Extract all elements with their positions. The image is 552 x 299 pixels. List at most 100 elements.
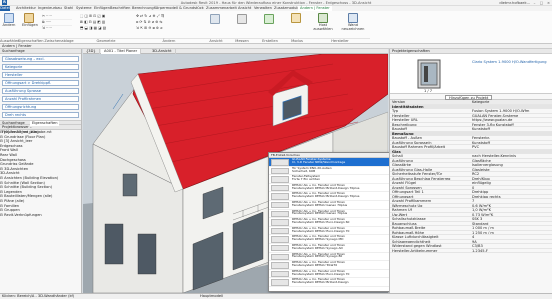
group-measure: Messen bbox=[228, 38, 256, 43]
window-thumbnail bbox=[271, 236, 289, 243]
geometry-tools-row3[interactable]: ⬒ ⬓ ◨ ▦ ◪ ▧ bbox=[80, 26, 130, 32]
rehost-icon bbox=[348, 13, 358, 23]
window-thumbnail bbox=[271, 184, 289, 192]
window-thumbnail bbox=[271, 253, 289, 261]
tree-item[interactable]: ⊟ Revit-Verknüpfungen bbox=[0, 213, 81, 218]
filter-field-6[interactable]: Anzahl Profilrahmen bbox=[2, 96, 79, 102]
clipboard-small-tools: ✂ ····· ⧉ ····· ⇲ ····· bbox=[42, 14, 72, 32]
tab-properties[interactable]: Eigenschaften bbox=[30, 121, 60, 126]
group-clipboard: Zwischenablage bbox=[40, 38, 78, 43]
paste-button[interactable]: Einfügen bbox=[22, 13, 38, 27]
status-model[interactable]: Hauptmodell bbox=[200, 294, 223, 299]
group-view: Ansicht bbox=[204, 38, 228, 43]
group-mode: Modus bbox=[284, 38, 310, 43]
filter-field-5[interactable]: Ausführung Sprosse bbox=[2, 88, 79, 94]
dropdown-item[interactable]: REHAU AG + Co. Fenster und Türen Fensters… bbox=[269, 270, 389, 279]
item-subtitle: Fenstersystem REHAU Euro-Design 70 bbox=[292, 271, 350, 276]
pick-host-button[interactable]: Host auswählen bbox=[312, 13, 334, 31]
dropdown-item[interactable]: GUALAN Fenster-Systeme Cl, 3-D Fenster NR… bbox=[269, 158, 389, 167]
filter-field-1[interactable]: Glasabweisung – excl. bbox=[2, 56, 79, 62]
window-thumbnail bbox=[271, 193, 289, 200]
group-properties: Eigenschaften bbox=[18, 38, 44, 43]
filter-field-3[interactable]: Hersteller bbox=[2, 72, 79, 78]
user-name[interactable]: dietmr.hofbaek... bbox=[499, 1, 530, 5]
left-tabs: Suchanfrage Eigenschaften bbox=[0, 120, 81, 126]
dropdown-item[interactable]: REHAU AG + Co. Fenster und Türen Fensters… bbox=[269, 184, 389, 193]
create-tools[interactable] bbox=[258, 14, 280, 24]
window-profile-icon bbox=[417, 59, 441, 89]
property-row[interactable]: Hersteller-Artikelnummer 1.2345-F bbox=[390, 248, 552, 253]
item-subtitle: Fenstersystem REHAU Synego AD bbox=[292, 245, 343, 250]
edit-family-button[interactable] bbox=[286, 13, 306, 23]
property-list: Identitätsdaten Typ Fusion System 1-9000 H… bbox=[390, 104, 552, 253]
window-title: Autodesk Revit 2019 - Haus für den Wiede… bbox=[180, 1, 372, 5]
filter-field-4[interactable]: Öffnungsart > Drehkippfl. bbox=[2, 80, 79, 86]
cursor-icon bbox=[4, 13, 14, 23]
dropdown-item[interactable]: Fenster-Faltsystem Forte 7 Ein sichten bbox=[269, 175, 389, 184]
group-create: Erstellen bbox=[256, 38, 284, 43]
item-subtitle: Sicherheit, KOB bbox=[292, 168, 316, 173]
properties-panel: Projekteigenschaften Clario System 1-900… bbox=[389, 49, 552, 293]
dropdown-item[interactable]: REHAU AG + Co. Fenster und Türen Fensters… bbox=[269, 261, 389, 270]
rehost-button[interactable]: Wand neuzeichnen bbox=[340, 13, 366, 31]
status-text: Klicken: Bereich/A - 3D-Wandhänder (kf) bbox=[2, 294, 75, 298]
modify-button[interactable]: Ändern bbox=[2, 13, 16, 27]
filter-field-8[interactable]: Dreh rechts bbox=[2, 112, 79, 118]
dropdown-item[interactable]: REHAU AG + Co. Fenster und Türen Fensters… bbox=[269, 210, 389, 219]
item-subtitle: Forte 7 Ein sichten bbox=[292, 177, 320, 182]
window-thumbnail bbox=[271, 244, 289, 252]
ruler-icon bbox=[237, 14, 247, 24]
view-tools[interactable] bbox=[206, 14, 224, 24]
window-thumbnail bbox=[271, 167, 289, 175]
item-subtitle: Fenstersystem REHAU Euro-Design 70 bbox=[292, 228, 350, 233]
type-preview: Clario System 1-9000 H/O-Wandfertigung 1… bbox=[390, 54, 552, 94]
item-subtitle: Fenstersystem REHAU Synego 80 bbox=[292, 254, 343, 259]
eye-icon bbox=[210, 14, 220, 24]
tab-search[interactable]: Suchanfrage bbox=[2, 121, 25, 126]
window-thumbnail bbox=[271, 159, 289, 166]
window-thumbnail bbox=[271, 227, 289, 235]
clipboard-icon bbox=[24, 13, 34, 23]
create-icon bbox=[264, 14, 274, 24]
page-indicator: 1 / 7 bbox=[424, 89, 433, 93]
status-bar: Klicken: Bereich/A - 3D-Wandhänder (kf) … bbox=[0, 293, 552, 299]
left-panel: Suchanfrage Glasabweisung – excl. Katego… bbox=[0, 49, 82, 293]
modify-label: Ändern bbox=[2, 23, 16, 27]
dropdown-item[interactable]: REHAU AG + Co. Fenster und Türen Fensters… bbox=[269, 244, 389, 253]
add-to-project-button[interactable]: Hinzufügen zu Projekt bbox=[445, 94, 493, 100]
dropdown-item[interactable]: REHAU AG + Co. Fenster und Türen Fensters… bbox=[269, 253, 389, 262]
item-subtitle: Fenstersystem REHAU Synego MD bbox=[292, 237, 344, 242]
window-thumbnail bbox=[271, 210, 289, 218]
dropdown-item[interactable]: REHAU AG + Co. Fenster und Türen Fensters… bbox=[269, 278, 389, 287]
group-geometry: Geometrie bbox=[78, 38, 134, 43]
group-manufacturer: Hersteller bbox=[310, 38, 370, 43]
match-tool[interactable]: ⇲ ····· bbox=[42, 26, 72, 32]
modify-tools-row3[interactable]: ⇲ ⇱ ⊞ ⊖ ⧆ ⊛ ⌀ bbox=[136, 26, 200, 32]
geometry-tools: ⬚ ◫ ⊞ ⊡ ◰ ▣ ⊠ ◧ ⊟ ▤ ◩ ▥ ⬒ ⬓ ◨ ▦ ◪ ▧ bbox=[80, 14, 130, 32]
type-name[interactable]: Clario System 1-9000 H/O-Wandfertigung bbox=[472, 60, 552, 64]
filter-field-2[interactable]: Kategorie bbox=[2, 64, 79, 70]
dropdown-item[interactable]: REHAU AG + Co. Fenster und Türen Fensters… bbox=[269, 201, 389, 210]
item-subtitle: Fenstersystem REHAU Geneo 70plus bbox=[292, 211, 348, 216]
item-subtitle: Fenstersystem REHAU Geneo 70plus bbox=[292, 202, 348, 207]
property-value[interactable]: 1.2345-F bbox=[472, 249, 542, 253]
property-key: Hersteller-Artikelnummer bbox=[392, 248, 438, 253]
dropdown-item[interactable]: REHAU AG + Co. Fenster und Türen Fensters… bbox=[269, 218, 389, 227]
ribbon: Ändern Einfügen ✂ ····· ⧉ ····· ⇲ ····· … bbox=[0, 11, 552, 44]
item-subtitle: Fenstersystem REHAU Euro-Design 60 bbox=[292, 220, 350, 225]
dropdown-item[interactable]: REHAU AG + Co. Fenster und Türen Fensters… bbox=[269, 192, 389, 201]
window-thumbnail bbox=[271, 270, 289, 278]
window-thumbnail bbox=[271, 176, 289, 183]
host-icon bbox=[318, 13, 328, 23]
measure-tools[interactable] bbox=[232, 14, 252, 24]
dropdown-item[interactable]: REHAU AG + Co. Fenster und Türen Fensters… bbox=[269, 235, 389, 244]
item-subtitle: Fenstersystem REHAU Brillant-Design 70pl… bbox=[292, 185, 360, 190]
group-select: Auswählen bbox=[0, 38, 20, 43]
filter-field-7[interactable]: Öffnungsrichtung bbox=[2, 104, 79, 110]
item-subtitle: Fenstersystem REHAU Brillant-Design bbox=[292, 280, 349, 285]
dropdown-item[interactable]: Tür System RNU-20-Außen Sicherheit, KOB bbox=[269, 167, 389, 176]
dropdown-item[interactable]: REHAU AG + Co. Fenster und Türen Fensters… bbox=[269, 227, 389, 236]
search-panel-header: Suchanfrage bbox=[0, 49, 81, 54]
window-thumbnail bbox=[271, 279, 289, 286]
family-type-dropdown[interactable]: FB-Erstell-Vorschau GUALAN Fenster-Syste… bbox=[268, 152, 390, 292]
